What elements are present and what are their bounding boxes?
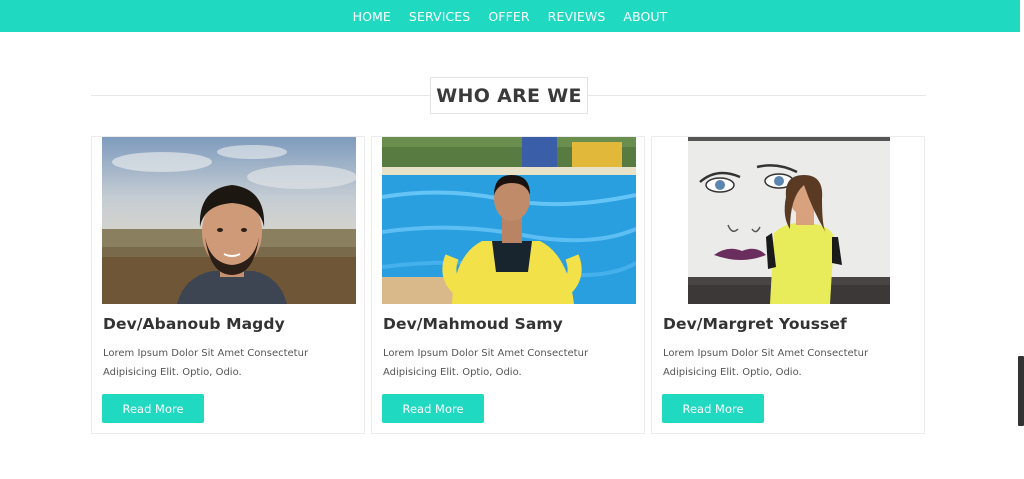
- team-cards: Dev/Abanoub Magdy Lorem Ipsum Dolor Sit …: [91, 136, 926, 434]
- team-member-description: Lorem Ipsum Dolor Sit Amet Consectetur A…: [103, 348, 309, 378]
- nav-home-link[interactable]: HOME: [353, 9, 391, 24]
- team-member-photo: [382, 137, 636, 304]
- team-card: Dev/Margret Youssef Lorem Ipsum Dolor Si…: [651, 136, 925, 434]
- team-member-photo: [662, 137, 916, 304]
- section-title: WHO ARE WE: [430, 77, 588, 114]
- team-card: Dev/Mahmoud Samy Lorem Ipsum Dolor Sit A…: [371, 136, 645, 434]
- nav-services-link[interactable]: SERVICES: [409, 9, 470, 24]
- top-navbar: HOME SERVICES OFFER REVIEWS ABOUT: [0, 0, 1020, 32]
- team-member-name: Dev/Abanoub Magdy: [103, 315, 285, 333]
- team-member-name: Dev/Margret Youssef: [663, 315, 847, 333]
- team-card: Dev/Abanoub Magdy Lorem Ipsum Dolor Sit …: [91, 136, 365, 434]
- nav-offer-link[interactable]: OFFER: [488, 9, 529, 24]
- team-member-description: Lorem Ipsum Dolor Sit Amet Consectetur A…: [663, 348, 869, 378]
- team-member-name: Dev/Mahmoud Samy: [383, 315, 563, 333]
- nav-about-link[interactable]: ABOUT: [623, 9, 667, 24]
- read-more-button[interactable]: Read More: [382, 394, 484, 423]
- read-more-button[interactable]: Read More: [662, 394, 764, 423]
- read-more-button[interactable]: Read More: [102, 394, 204, 423]
- page-scrollbar-thumb[interactable]: [1018, 356, 1024, 426]
- team-member-description: Lorem Ipsum Dolor Sit Amet Consectetur A…: [383, 348, 589, 378]
- nav-reviews-link[interactable]: REVIEWS: [548, 9, 606, 24]
- team-member-photo: [102, 137, 356, 304]
